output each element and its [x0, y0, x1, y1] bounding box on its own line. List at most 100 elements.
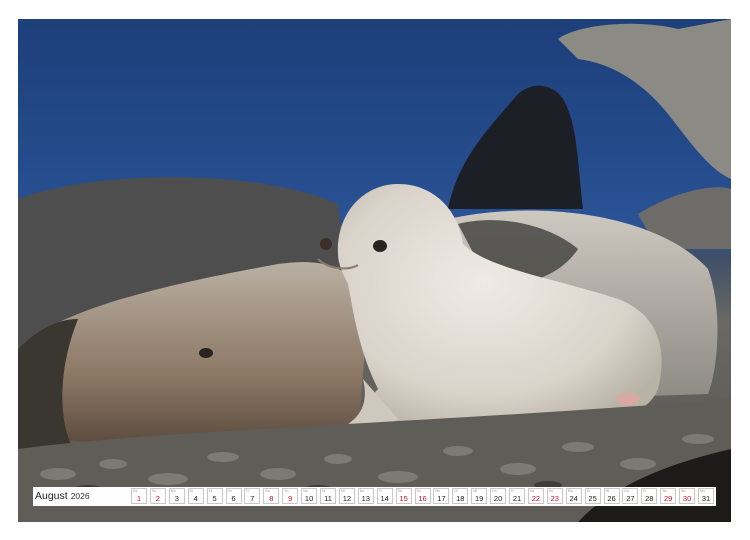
day-number: 7 — [250, 494, 255, 503]
day-cell: Sa 15 — [395, 488, 412, 504]
weekday-label: Do — [492, 489, 497, 493]
day-number: 6 — [231, 494, 236, 503]
day-cell: So 23 — [546, 488, 563, 504]
day-cell: Di 25 — [584, 488, 601, 504]
day-number: 9 — [288, 494, 293, 503]
day-number: 15 — [399, 494, 408, 503]
weekday-label: Di — [189, 489, 193, 493]
weekday-label: Sa — [133, 489, 138, 493]
day-number: 27 — [626, 494, 635, 503]
day-number: 14 — [380, 494, 389, 503]
weekday-label: Mo — [170, 489, 176, 493]
weekday-label: Sa — [662, 489, 667, 493]
day-number: 29 — [664, 494, 673, 503]
day-cell: So 9 — [282, 488, 299, 504]
weekday-label: Di — [586, 489, 590, 493]
day-cell: Sa 8 — [263, 488, 280, 504]
day-number: 31 — [701, 494, 711, 503]
weekday-label: Mo — [303, 489, 308, 493]
month-label: August 2026 — [35, 487, 129, 506]
day-number: 5 — [212, 494, 217, 503]
day-cell: Di 11 — [320, 488, 336, 504]
day-number: 10 — [304, 494, 314, 503]
weekday-label: Mi — [340, 489, 345, 493]
day-cell: Do 27 — [622, 488, 639, 504]
calendar-photo — [18, 19, 731, 522]
day-cell: Mo 3 — [168, 488, 185, 504]
day-number: 3 — [174, 494, 179, 503]
weekday-label: Sa — [265, 489, 270, 493]
day-number: 11 — [324, 494, 332, 503]
weekday-label: Fr — [378, 489, 382, 493]
day-cell: Sa 22 — [527, 488, 544, 504]
weekday-label: So — [284, 489, 289, 493]
day-cell: Fr 14 — [376, 488, 393, 504]
weekday-label: Sa — [529, 489, 535, 493]
day-cell: Di 4 — [187, 488, 204, 504]
day-cell: So 2 — [149, 488, 166, 504]
day-number: 23 — [550, 494, 559, 503]
day-cell: Sa 1 — [131, 488, 147, 504]
day-number: 22 — [531, 494, 541, 503]
weekday-label: Mo — [700, 489, 705, 493]
day-cell: Mi 26 — [603, 488, 620, 504]
day-number: 1 — [136, 494, 142, 503]
weekday-label: Fr — [246, 489, 250, 493]
day-cell: Mi 5 — [206, 488, 223, 504]
day-number: 25 — [588, 494, 597, 503]
month-name: August — [35, 490, 68, 502]
day-number: 26 — [607, 494, 616, 503]
day-number: 4 — [193, 494, 198, 503]
day-number: 12 — [342, 494, 352, 503]
weekday-label: Do — [227, 489, 232, 493]
year-label: 2026 — [70, 491, 90, 501]
weekday-label: Di — [454, 489, 458, 493]
date-strip: August 2026 Sa 1 So 2 Mo 3 Di 4 Mi 5 Do 6 Fr 7 Sa 8 So 9 Mo… — [33, 487, 716, 506]
day-number: 2 — [155, 494, 160, 503]
weekday-label: Mi — [473, 489, 477, 493]
day-cell: Mi 19 — [471, 488, 488, 504]
day-number: 28 — [645, 494, 654, 503]
day-cell: Sa 29 — [660, 488, 677, 504]
day-cell: Fr 28 — [641, 488, 658, 504]
day-cell: Di 18 — [452, 488, 469, 504]
day-cell: Mo 24 — [565, 488, 582, 504]
day-cell: So 30 — [679, 488, 696, 504]
distant-seal — [448, 85, 583, 209]
weekday-label: Mi — [605, 489, 610, 493]
day-number: 21 — [512, 494, 522, 503]
weekday-label: So — [416, 489, 421, 493]
day-number: 8 — [269, 494, 274, 503]
weekday-label: So — [151, 489, 157, 493]
day-cell: Do 13 — [357, 488, 374, 504]
weekday-label: So — [548, 489, 554, 493]
weekday-label: Do — [359, 489, 365, 493]
day-cell: Fr 21 — [509, 488, 525, 504]
weekday-label: Di — [322, 489, 326, 493]
day-number: 18 — [456, 494, 465, 503]
day-cell: Do 20 — [490, 488, 507, 504]
day-cell: Do 6 — [225, 488, 242, 504]
day-cell: Mo 17 — [433, 488, 450, 504]
day-number: 19 — [475, 494, 484, 503]
fur-seal-pup-scene — [18, 19, 731, 522]
weekday-label: Mo — [435, 489, 441, 493]
day-number: 13 — [361, 494, 370, 503]
day-number: 16 — [418, 494, 427, 503]
weekday-label: Mo — [567, 489, 573, 493]
day-cell: Mi 12 — [338, 488, 355, 504]
weekday-label: Fr — [643, 489, 647, 493]
weekday-label: Fr — [511, 489, 515, 493]
day-cell: Fr 7 — [244, 488, 261, 504]
day-number: 30 — [682, 494, 692, 503]
day-cell: Mo 31 — [698, 488, 714, 504]
weekday-label: Mi — [208, 489, 213, 493]
day-number: 20 — [493, 494, 503, 503]
day-number: 24 — [569, 494, 578, 503]
weekday-label: Do — [624, 489, 629, 493]
day-number: 17 — [437, 494, 446, 503]
weekday-label: Sa — [397, 489, 402, 493]
day-cell: Mo 10 — [301, 488, 318, 504]
weekday-label: So — [681, 489, 686, 493]
day-cell: So 16 — [414, 488, 431, 504]
